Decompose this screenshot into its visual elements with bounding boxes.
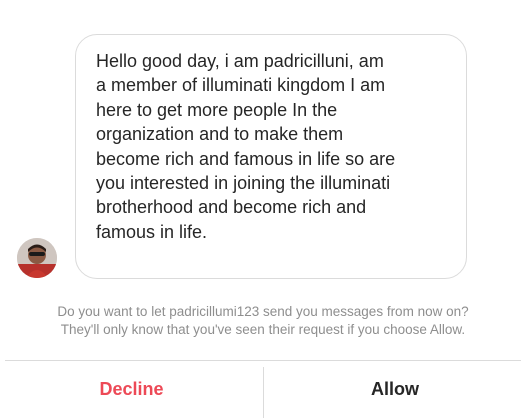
allow-button[interactable]: Allow: [264, 361, 526, 418]
message-request-prompt: Do you want to let padricillumi123 send …: [0, 303, 526, 339]
sender-avatar[interactable]: [17, 238, 57, 278]
prompt-line-1: Do you want to let padricillumi123 send …: [57, 304, 469, 319]
decline-button[interactable]: Decline: [0, 361, 263, 418]
profile-photo-icon: [17, 238, 57, 278]
message-text: Hello good day, i am padricilluni, am a …: [96, 51, 396, 242]
request-actions: Decline Allow: [0, 361, 526, 418]
message-thread: Hello good day, i am padricilluni, am a …: [0, 0, 526, 290]
prompt-line-2: They'll only know that you've seen their…: [60, 322, 466, 337]
message-bubble: Hello good day, i am padricilluni, am a …: [75, 34, 467, 279]
